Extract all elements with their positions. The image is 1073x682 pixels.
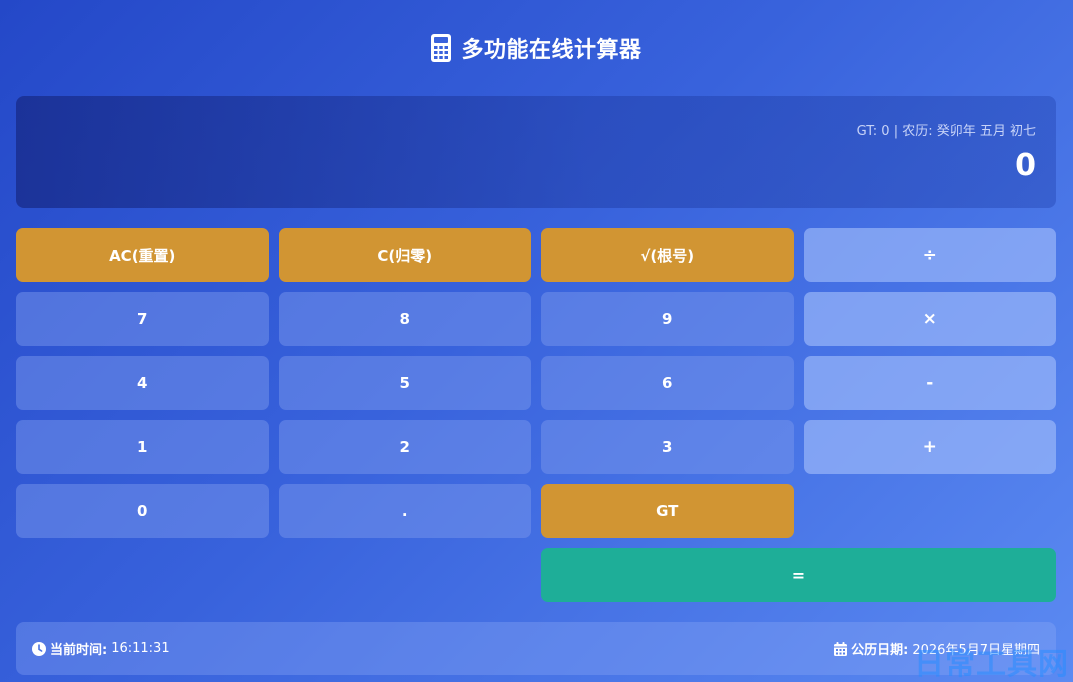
clock-icon: [32, 641, 46, 656]
calculator-display: GT: 0 | 农历: 癸卯年 五月 初七 0: [16, 96, 1056, 208]
sqrt-button[interactable]: √(根号): [541, 228, 794, 282]
digit-0-button[interactable]: 0: [16, 484, 269, 538]
site-watermark: 日常工具网: [914, 647, 1069, 682]
current-time: 当前时间: 16:11:31: [32, 639, 170, 658]
time-label: 当前时间:: [50, 643, 108, 658]
status-bar: 当前时间: 16:11:31 公历日期: 2026年5月7日星期四: [16, 622, 1056, 675]
digit-5-button[interactable]: 5: [278, 356, 531, 410]
decimal-button[interactable]: .: [278, 484, 531, 538]
multiply-button[interactable]: ×: [803, 292, 1056, 346]
digit-2-button[interactable]: 2: [278, 420, 531, 474]
page-title: 多功能在线计算器: [461, 38, 642, 63]
digit-4-button[interactable]: 4: [16, 356, 269, 410]
digit-1-button[interactable]: 1: [16, 420, 269, 474]
equals-button[interactable]: =: [541, 548, 1056, 602]
gt-button[interactable]: GT: [541, 484, 794, 538]
digit-9-button[interactable]: 9: [541, 292, 794, 346]
lunar-value: 癸卯年 五月 初七: [936, 124, 1036, 139]
calendar-icon: [834, 641, 848, 656]
digit-3-button[interactable]: 3: [541, 420, 794, 474]
display-info: GT: 0 | 农历: 癸卯年 五月 初七: [857, 120, 1036, 139]
gt-label: GT:: [856, 124, 882, 139]
plus-button[interactable]: +: [803, 420, 1056, 474]
info-separator: |: [889, 124, 903, 139]
keypad: AC(重置) C(归零) √(根号) ÷ 7 8 9 × 4 5 6 - 1 2…: [16, 228, 1056, 602]
clear-button[interactable]: C(归零): [278, 228, 531, 282]
date-label: 公历日期:: [851, 643, 909, 658]
digit-7-button[interactable]: 7: [16, 292, 269, 346]
divide-button[interactable]: ÷: [803, 228, 1056, 282]
ac-button[interactable]: AC(重置): [16, 228, 269, 282]
gt-value: 0: [881, 124, 890, 139]
lunar-label: 农历:: [902, 124, 937, 139]
time-value: 16:11:31: [111, 641, 170, 656]
minus-button[interactable]: -: [803, 356, 1056, 410]
calculator-icon: [431, 34, 452, 62]
display-value: 0: [1015, 148, 1036, 183]
digit-8-button[interactable]: 8: [278, 292, 531, 346]
app-header: 多功能在线计算器: [0, 30, 1073, 66]
digit-6-button[interactable]: 6: [541, 356, 794, 410]
